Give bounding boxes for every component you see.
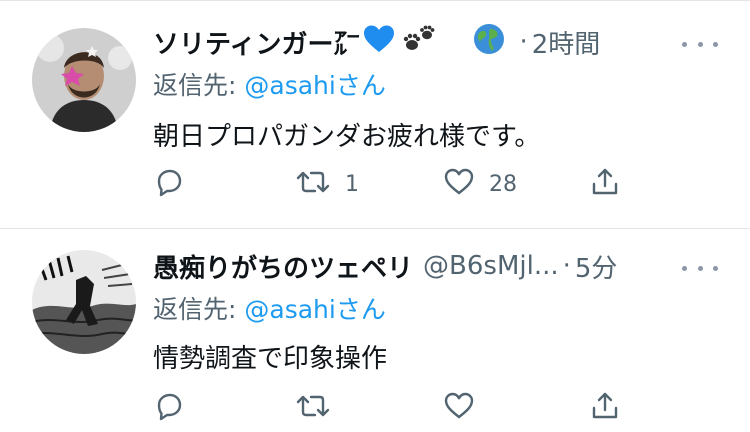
action-bar bbox=[153, 388, 633, 428]
reply-prefix: 返信先: bbox=[153, 295, 245, 324]
retweet-count: 1 bbox=[345, 171, 359, 197]
reply-mention-link[interactable]: @asahi bbox=[244, 295, 335, 324]
avatar[interactable] bbox=[32, 28, 136, 132]
share-button[interactable] bbox=[589, 164, 621, 204]
reply-context: 返信先: @asahiさん bbox=[153, 66, 386, 102]
tweet-text: 朝日プロパガンダお疲れ様です。 bbox=[153, 122, 541, 152]
author-name[interactable]: ソリティンガー㌃ bbox=[153, 24, 359, 61]
retweet-button[interactable] bbox=[295, 388, 345, 428]
tweet-time[interactable]: 2時間 bbox=[532, 24, 601, 61]
like-icon bbox=[443, 390, 475, 426]
like-icon bbox=[443, 166, 475, 202]
reply-icon bbox=[153, 390, 185, 426]
reply-button[interactable] bbox=[153, 388, 199, 428]
like-button[interactable]: 28 bbox=[443, 164, 517, 204]
tweet-header: 愚痴りがちのツェペリ @B6sMjl... · 5分 bbox=[153, 246, 617, 286]
separator-dot: · bbox=[562, 251, 571, 281]
tweet-text: 情勢調査で印象操作 bbox=[153, 344, 388, 374]
avatar[interactable] bbox=[32, 250, 136, 354]
reply-mention-link[interactable]: @asahi bbox=[244, 71, 335, 100]
share-icon bbox=[589, 390, 621, 426]
reply-context: 返信先: @asahiさん bbox=[153, 290, 386, 326]
reply-icon bbox=[153, 166, 185, 202]
more-icon[interactable] bbox=[682, 34, 718, 54]
author-name[interactable]: 愚痴りがちのツェペリ bbox=[153, 248, 413, 285]
tweet-2[interactable]: 愚痴りがちのツェペリ @B6sMjl... · 5分 返信先: @asahiさん… bbox=[0, 228, 750, 432]
globe-icon bbox=[473, 23, 505, 62]
tweet-1[interactable]: ソリティンガー㌃ · 2時間 返信先: @asahiさん 朝日プロパガンダお疲れ… bbox=[0, 0, 750, 228]
blue-heart-icon bbox=[363, 24, 395, 61]
retweet-icon bbox=[295, 390, 331, 426]
tweet-time[interactable]: 5分 bbox=[575, 248, 618, 285]
reply-suffix: さん bbox=[335, 71, 386, 100]
more-icon[interactable] bbox=[682, 258, 718, 278]
action-bar: 1 28 bbox=[153, 164, 633, 204]
retweet-button[interactable]: 1 bbox=[295, 164, 359, 204]
author-handle[interactable]: @B6sMjl... bbox=[423, 251, 559, 281]
reply-suffix: さん bbox=[335, 295, 386, 324]
like-button[interactable] bbox=[443, 388, 489, 428]
tweet-header: ソリティンガー㌃ · 2時間 bbox=[153, 22, 600, 62]
separator-dot: · bbox=[519, 27, 528, 57]
share-icon bbox=[589, 166, 621, 202]
like-count: 28 bbox=[489, 171, 517, 197]
retweet-icon bbox=[295, 166, 331, 202]
share-button[interactable] bbox=[589, 388, 621, 428]
reply-button[interactable] bbox=[153, 164, 199, 204]
reply-prefix: 返信先: bbox=[153, 71, 245, 100]
paw-prints-icon bbox=[401, 23, 437, 62]
